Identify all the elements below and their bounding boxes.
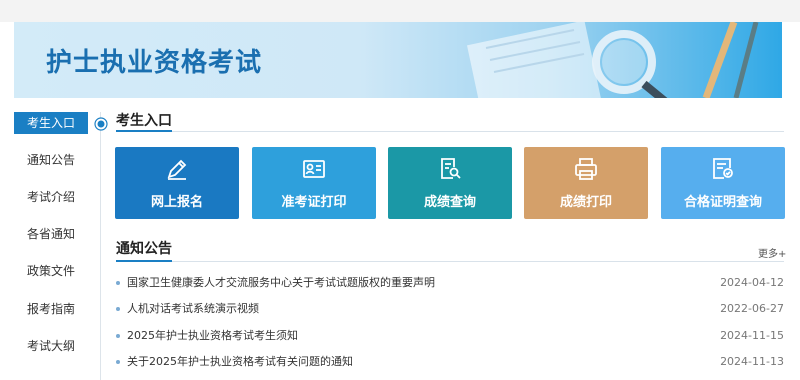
list-item[interactable]: 2025年护士执业资格考试考生须知 2024-11-15	[116, 326, 784, 346]
header-banner: 护士执业资格考试	[14, 22, 782, 98]
sidebar-item-policies[interactable]: 政策文件	[14, 260, 88, 282]
tile-label: 合格证明查询	[683, 195, 762, 210]
entry-section-accent	[116, 130, 172, 132]
banner-illustration	[466, 22, 759, 98]
top-gap	[0, 0, 800, 22]
notice-title[interactable]: 关于2025年护士执业资格考试有关问题的通知	[127, 352, 353, 372]
notice-date: 2024-11-13	[720, 355, 784, 368]
pencil-icon	[167, 159, 187, 180]
sidebar-item-guide[interactable]: 报考指南	[14, 298, 88, 320]
notices-section-rule	[116, 261, 784, 262]
notice-date: 2024-11-15	[720, 329, 784, 342]
bullet-icon	[116, 360, 120, 364]
certificate-icon	[713, 158, 733, 179]
sidebar-item-notices[interactable]: 通知公告	[14, 149, 88, 171]
printer-icon	[575, 158, 597, 180]
score-query-tile[interactable]: 成绩查询	[388, 147, 512, 219]
notices-section-title: 通知公告	[116, 241, 172, 257]
score-print-tile[interactable]: 成绩打印	[524, 147, 648, 219]
sidebar-item-syllabus[interactable]: 考试大纲	[14, 335, 88, 357]
entry-section-rule	[116, 131, 784, 132]
sidebar-item-exam-intro[interactable]: 考试介绍	[14, 186, 88, 208]
list-item[interactable]: 国家卫生健康委人才交流服务中心关于考试试题版权的重要声明 2024-04-12	[116, 273, 784, 293]
admission-ticket-print-tile[interactable]: 准考证打印	[252, 147, 376, 219]
notice-title[interactable]: 人机对话考试系统演示视频	[127, 299, 259, 319]
sidebar-item-entry[interactable]: 考生入口	[14, 112, 88, 134]
notice-date: 2024-04-12	[720, 276, 784, 289]
search-document-icon	[441, 158, 461, 179]
notice-date: 2022-06-27	[720, 302, 784, 315]
bullet-icon	[116, 334, 120, 338]
tile-label: 成绩打印	[559, 195, 612, 210]
sidebar: 考生入口 通知公告 考试介绍 各省通知 政策文件 报考指南 考试大纲	[14, 112, 104, 380]
more-link[interactable]: 更多+	[758, 245, 786, 260]
entry-section-title: 考生入口	[116, 113, 172, 129]
tile-label: 准考证打印	[281, 195, 347, 210]
list-item[interactable]: 人机对话考试系统演示视频 2022-06-27	[116, 299, 784, 319]
tile-label: 成绩查询	[423, 195, 476, 210]
qualification-certificate-query-tile[interactable]: 合格证明查询	[661, 147, 785, 219]
bullet-icon	[116, 307, 120, 311]
online-registration-tile[interactable]: 网上报名	[115, 147, 239, 219]
sidebar-item-provincial[interactable]: 各省通知	[14, 223, 88, 245]
notice-title[interactable]: 国家卫生健康委人才交流服务中心关于考试试题版权的重要声明	[127, 273, 435, 293]
notices-section-accent	[116, 260, 172, 262]
site-title: 护士执业资格考试	[46, 48, 263, 78]
notice-title[interactable]: 2025年护士执业资格考试考生须知	[127, 326, 298, 346]
tile-label: 网上报名	[150, 195, 203, 210]
id-card-icon	[303, 160, 325, 178]
bullet-icon	[116, 281, 120, 285]
list-item[interactable]: 关于2025年护士执业资格考试有关问题的通知 2024-11-13	[116, 352, 784, 372]
